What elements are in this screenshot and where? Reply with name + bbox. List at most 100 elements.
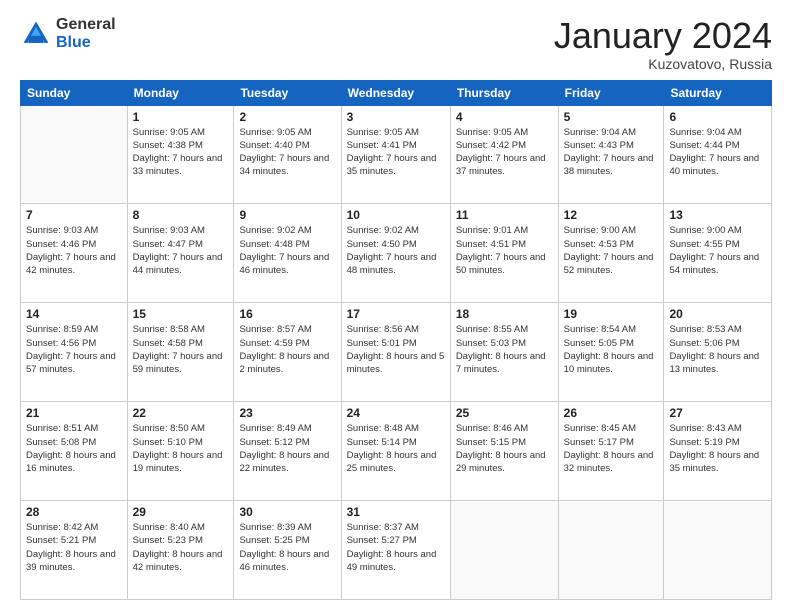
day-number: 19 bbox=[564, 307, 659, 321]
day-info: Sunrise: 8:48 AMSunset: 5:14 PMDaylight:… bbox=[347, 423, 437, 474]
day-cell: 26 Sunrise: 8:45 AMSunset: 5:17 PMDaylig… bbox=[558, 402, 664, 501]
page: General Blue January 2024 Kuzovatovo, Ru… bbox=[0, 0, 792, 612]
day-cell: 23 Sunrise: 8:49 AMSunset: 5:12 PMDaylig… bbox=[234, 402, 341, 501]
day-number: 6 bbox=[669, 110, 766, 124]
day-number: 30 bbox=[239, 505, 335, 519]
header-tuesday: Tuesday bbox=[234, 80, 341, 105]
location: Kuzovatovo, Russia bbox=[554, 56, 772, 72]
day-info: Sunrise: 9:00 AMSunset: 4:53 PMDaylight:… bbox=[564, 225, 654, 276]
day-number: 27 bbox=[669, 406, 766, 420]
day-number: 15 bbox=[133, 307, 229, 321]
day-info: Sunrise: 8:55 AMSunset: 5:03 PMDaylight:… bbox=[456, 324, 546, 375]
calendar: Sunday Monday Tuesday Wednesday Thursday… bbox=[20, 80, 772, 600]
day-info: Sunrise: 9:02 AMSunset: 4:48 PMDaylight:… bbox=[239, 225, 329, 276]
day-info: Sunrise: 8:37 AMSunset: 5:27 PMDaylight:… bbox=[347, 522, 437, 573]
month-title: January 2024 bbox=[554, 16, 772, 56]
day-number: 24 bbox=[347, 406, 445, 420]
day-info: Sunrise: 8:45 AMSunset: 5:17 PMDaylight:… bbox=[564, 423, 654, 474]
day-cell: 2 Sunrise: 9:05 AMSunset: 4:40 PMDayligh… bbox=[234, 105, 341, 204]
day-cell: 7 Sunrise: 9:03 AMSunset: 4:46 PMDayligh… bbox=[21, 204, 128, 303]
day-cell: 18 Sunrise: 8:55 AMSunset: 5:03 PMDaylig… bbox=[450, 303, 558, 402]
day-cell: 4 Sunrise: 9:05 AMSunset: 4:42 PMDayligh… bbox=[450, 105, 558, 204]
week-row-0: 1 Sunrise: 9:05 AMSunset: 4:38 PMDayligh… bbox=[21, 105, 772, 204]
day-info: Sunrise: 8:39 AMSunset: 5:25 PMDaylight:… bbox=[239, 522, 329, 573]
day-cell: 8 Sunrise: 9:03 AMSunset: 4:47 PMDayligh… bbox=[127, 204, 234, 303]
logo-icon bbox=[20, 18, 52, 50]
day-cell: 20 Sunrise: 8:53 AMSunset: 5:06 PMDaylig… bbox=[664, 303, 772, 402]
day-info: Sunrise: 8:53 AMSunset: 5:06 PMDaylight:… bbox=[669, 324, 759, 375]
header: General Blue January 2024 Kuzovatovo, Ru… bbox=[20, 16, 772, 72]
day-cell: 5 Sunrise: 9:04 AMSunset: 4:43 PMDayligh… bbox=[558, 105, 664, 204]
logo-blue: Blue bbox=[56, 34, 116, 52]
day-number: 28 bbox=[26, 505, 122, 519]
day-number: 16 bbox=[239, 307, 335, 321]
day-cell: 16 Sunrise: 8:57 AMSunset: 4:59 PMDaylig… bbox=[234, 303, 341, 402]
day-cell: 28 Sunrise: 8:42 AMSunset: 5:21 PMDaylig… bbox=[21, 501, 128, 600]
header-monday: Monday bbox=[127, 80, 234, 105]
day-cell: 30 Sunrise: 8:39 AMSunset: 5:25 PMDaylig… bbox=[234, 501, 341, 600]
day-info: Sunrise: 9:04 AMSunset: 4:44 PMDaylight:… bbox=[669, 127, 759, 178]
day-info: Sunrise: 8:50 AMSunset: 5:10 PMDaylight:… bbox=[133, 423, 223, 474]
day-cell: 15 Sunrise: 8:58 AMSunset: 4:58 PMDaylig… bbox=[127, 303, 234, 402]
day-cell bbox=[664, 501, 772, 600]
week-row-1: 7 Sunrise: 9:03 AMSunset: 4:46 PMDayligh… bbox=[21, 204, 772, 303]
day-number: 20 bbox=[669, 307, 766, 321]
day-info: Sunrise: 9:03 AMSunset: 4:47 PMDaylight:… bbox=[133, 225, 223, 276]
day-info: Sunrise: 8:56 AMSunset: 5:01 PMDaylight:… bbox=[347, 324, 445, 375]
day-cell bbox=[21, 105, 128, 204]
day-cell bbox=[450, 501, 558, 600]
day-cell: 27 Sunrise: 8:43 AMSunset: 5:19 PMDaylig… bbox=[664, 402, 772, 501]
day-cell: 21 Sunrise: 8:51 AMSunset: 5:08 PMDaylig… bbox=[21, 402, 128, 501]
day-number: 2 bbox=[239, 110, 335, 124]
day-number: 26 bbox=[564, 406, 659, 420]
day-number: 13 bbox=[669, 208, 766, 222]
day-cell bbox=[558, 501, 664, 600]
day-number: 29 bbox=[133, 505, 229, 519]
day-number: 10 bbox=[347, 208, 445, 222]
calendar-table: Sunday Monday Tuesday Wednesday Thursday… bbox=[20, 80, 772, 600]
day-cell: 10 Sunrise: 9:02 AMSunset: 4:50 PMDaylig… bbox=[341, 204, 450, 303]
day-cell: 14 Sunrise: 8:59 AMSunset: 4:56 PMDaylig… bbox=[21, 303, 128, 402]
day-cell: 13 Sunrise: 9:00 AMSunset: 4:55 PMDaylig… bbox=[664, 204, 772, 303]
week-row-4: 28 Sunrise: 8:42 AMSunset: 5:21 PMDaylig… bbox=[21, 501, 772, 600]
day-info: Sunrise: 8:54 AMSunset: 5:05 PMDaylight:… bbox=[564, 324, 654, 375]
day-number: 22 bbox=[133, 406, 229, 420]
header-friday: Friday bbox=[558, 80, 664, 105]
day-number: 4 bbox=[456, 110, 553, 124]
day-cell: 6 Sunrise: 9:04 AMSunset: 4:44 PMDayligh… bbox=[664, 105, 772, 204]
day-number: 11 bbox=[456, 208, 553, 222]
day-cell: 22 Sunrise: 8:50 AMSunset: 5:10 PMDaylig… bbox=[127, 402, 234, 501]
day-info: Sunrise: 8:49 AMSunset: 5:12 PMDaylight:… bbox=[239, 423, 329, 474]
day-info: Sunrise: 9:05 AMSunset: 4:41 PMDaylight:… bbox=[347, 127, 437, 178]
day-number: 25 bbox=[456, 406, 553, 420]
day-info: Sunrise: 8:46 AMSunset: 5:15 PMDaylight:… bbox=[456, 423, 546, 474]
header-thursday: Thursday bbox=[450, 80, 558, 105]
day-number: 9 bbox=[239, 208, 335, 222]
day-info: Sunrise: 8:58 AMSunset: 4:58 PMDaylight:… bbox=[133, 324, 223, 375]
week-row-2: 14 Sunrise: 8:59 AMSunset: 4:56 PMDaylig… bbox=[21, 303, 772, 402]
week-row-3: 21 Sunrise: 8:51 AMSunset: 5:08 PMDaylig… bbox=[21, 402, 772, 501]
logo: General Blue bbox=[20, 16, 116, 51]
day-cell: 12 Sunrise: 9:00 AMSunset: 4:53 PMDaylig… bbox=[558, 204, 664, 303]
title-section: January 2024 Kuzovatovo, Russia bbox=[554, 16, 772, 72]
day-cell: 1 Sunrise: 9:05 AMSunset: 4:38 PMDayligh… bbox=[127, 105, 234, 204]
logo-text: General Blue bbox=[56, 16, 116, 51]
day-number: 21 bbox=[26, 406, 122, 420]
day-info: Sunrise: 9:05 AMSunset: 4:40 PMDaylight:… bbox=[239, 127, 329, 178]
day-info: Sunrise: 9:00 AMSunset: 4:55 PMDaylight:… bbox=[669, 225, 759, 276]
day-info: Sunrise: 8:43 AMSunset: 5:19 PMDaylight:… bbox=[669, 423, 759, 474]
day-cell: 11 Sunrise: 9:01 AMSunset: 4:51 PMDaylig… bbox=[450, 204, 558, 303]
header-saturday: Saturday bbox=[664, 80, 772, 105]
day-number: 18 bbox=[456, 307, 553, 321]
day-number: 23 bbox=[239, 406, 335, 420]
day-cell: 17 Sunrise: 8:56 AMSunset: 5:01 PMDaylig… bbox=[341, 303, 450, 402]
day-info: Sunrise: 9:05 AMSunset: 4:38 PMDaylight:… bbox=[133, 127, 223, 178]
day-number: 14 bbox=[26, 307, 122, 321]
day-number: 8 bbox=[133, 208, 229, 222]
day-number: 5 bbox=[564, 110, 659, 124]
header-row: Sunday Monday Tuesday Wednesday Thursday… bbox=[21, 80, 772, 105]
day-info: Sunrise: 9:02 AMSunset: 4:50 PMDaylight:… bbox=[347, 225, 437, 276]
logo-general: General bbox=[56, 16, 116, 34]
day-info: Sunrise: 9:04 AMSunset: 4:43 PMDaylight:… bbox=[564, 127, 654, 178]
day-info: Sunrise: 9:01 AMSunset: 4:51 PMDaylight:… bbox=[456, 225, 546, 276]
